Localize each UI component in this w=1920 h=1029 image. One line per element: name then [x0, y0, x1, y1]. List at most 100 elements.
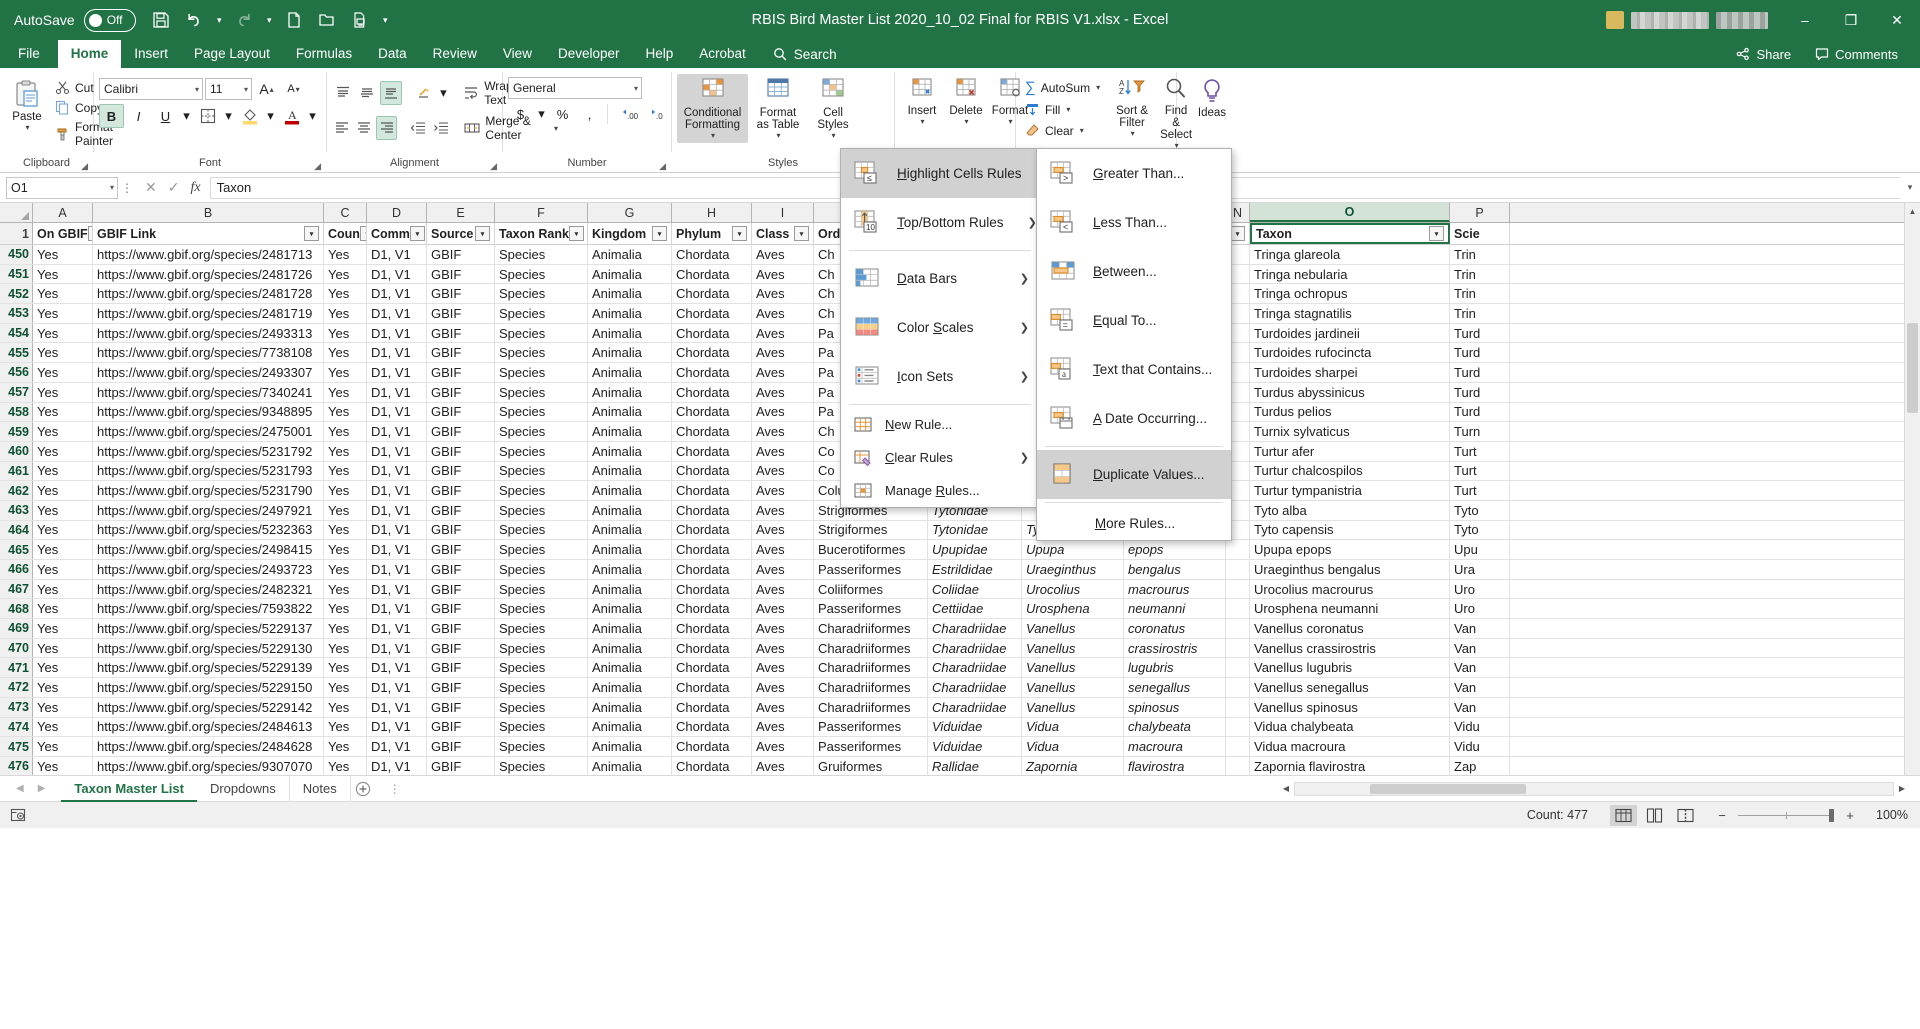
redo-dropdown-caret[interactable]: ▾ [262, 5, 277, 35]
print-preview-icon[interactable] [345, 5, 376, 35]
grid-cell[interactable]: Estrildidae [928, 560, 1022, 579]
sheet-tab-dropdowns[interactable]: Dropdowns [197, 775, 290, 802]
grid-cell[interactable]: flavirostra [1124, 756, 1226, 775]
grid-cell[interactable]: Strigiformes [814, 520, 928, 540]
grid-cell[interactable]: Turt [1450, 441, 1510, 461]
grid-cell[interactable]: Yes [33, 363, 93, 382]
grid-cell[interactable]: Aves [752, 619, 814, 638]
increase-decimal-icon[interactable]: .00 [618, 102, 643, 126]
grid-cell[interactable]: Charadriidae [928, 697, 1022, 717]
new-file-icon[interactable] [279, 5, 310, 35]
grid-cell[interactable]: D1, V1 [367, 481, 427, 500]
add-sheet-button[interactable] [351, 776, 375, 802]
table-row[interactable]: 466 Yes https://www.gbif.org/species/24937… [0, 560, 1920, 580]
name-box-caret[interactable]: ▾ [110, 183, 114, 192]
grid-cell[interactable]: Yes [324, 363, 367, 382]
sheet-nav-prev-icon[interactable]: ◀ [16, 783, 24, 794]
grid-cell[interactable]: D1, V1 [367, 756, 427, 775]
grid-cell[interactable]: Species [495, 422, 588, 441]
comments-button[interactable]: Comments [1805, 44, 1908, 65]
zoom-out-button[interactable]: − [1715, 808, 1729, 823]
grid-cell[interactable]: Animalia [588, 304, 672, 323]
fill-button[interactable]: Fill ▾ [1021, 100, 1104, 119]
cell-styles-caret[interactable]: ▾ [831, 131, 835, 140]
grid-cell[interactable]: Species [495, 678, 588, 697]
grid-cell[interactable]: Charadriidae [928, 619, 1022, 638]
save-icon[interactable] [146, 5, 177, 35]
grid-cell[interactable]: Species [495, 323, 588, 343]
grid-cell[interactable]: D1, V1 [367, 500, 427, 520]
grid-cell[interactable]: Chordata [672, 284, 752, 304]
grid-cell[interactable]: Charadriiformes [814, 619, 928, 638]
grid-cell[interactable]: Yes [324, 619, 367, 638]
hscroll-right-arrow[interactable]: ▶ [1894, 784, 1910, 793]
grid-cell[interactable]: Yes [33, 284, 93, 304]
row-header[interactable]: 475 [0, 737, 33, 756]
grid-cell[interactable]: Yes [33, 579, 93, 599]
autosum-caret[interactable]: ▾ [1096, 83, 1100, 92]
format-as-table-button[interactable]: Format as Table ▾ [748, 74, 808, 143]
table-row[interactable]: 474 Yes https://www.gbif.org/species/24846… [0, 717, 1920, 738]
grid-cell[interactable]: Yes [324, 560, 367, 579]
grid-cell[interactable]: https://www.gbif.org/species/5229137 [93, 619, 324, 638]
grid-cell[interactable]: Turd [1450, 343, 1510, 363]
row-header[interactable]: 459 [0, 422, 33, 441]
grid-cell[interactable]: Trin [1450, 284, 1510, 304]
submenu-item-duplicate-values[interactable]: Duplicate Values... [1037, 450, 1231, 499]
grid-cell[interactable]: Yes [324, 284, 367, 304]
row-header[interactable]: 472 [0, 678, 33, 697]
grid-cell[interactable]: Yes [324, 461, 367, 481]
grid-cell[interactable]: Yes [324, 343, 367, 363]
ribbon-tab-file[interactable]: File [0, 40, 58, 68]
column-header-I[interactable]: I [752, 203, 814, 222]
grid-cell[interactable]: Chordata [672, 540, 752, 559]
grid-cell[interactable]: D1, V1 [367, 441, 427, 461]
grid-cell[interactable]: Aves [752, 323, 814, 343]
grid-cell[interactable]: GBIF [427, 540, 495, 559]
expand-formula-bar-icon[interactable]: ▾ [1900, 182, 1920, 193]
column-header-C[interactable]: C [324, 203, 367, 222]
column-header-E[interactable]: E [427, 203, 495, 222]
grid-cell[interactable]: Vidu [1450, 717, 1510, 737]
grid-cell[interactable]: Species [495, 579, 588, 599]
number-format-select[interactable]: General ▾ [508, 77, 642, 99]
grid-cell[interactable]: Animalia [588, 579, 672, 599]
grid-cell[interactable]: Yes [33, 402, 93, 422]
sort-filter-caret[interactable]: ▾ [1131, 129, 1135, 138]
grid-cell[interactable]: Aves [752, 500, 814, 520]
search-box[interactable]: Search [773, 40, 837, 68]
comma-button[interactable]: , [577, 102, 602, 126]
grid-cell[interactable]: Yes [324, 422, 367, 441]
grid-cell[interactable]: Aves [752, 441, 814, 461]
grid-cell[interactable]: Aves [752, 756, 814, 775]
grid-cell[interactable] [1226, 560, 1250, 579]
row-header[interactable]: 476 [0, 756, 33, 775]
grid-cell[interactable]: Animalia [588, 441, 672, 461]
grid-cell[interactable]: GBIF [427, 619, 495, 638]
grid-cell[interactable]: https://www.gbif.org/species/5229130 [93, 638, 324, 658]
align-middle-icon[interactable] [356, 81, 378, 105]
orientation-dropdown-caret[interactable]: ▾ [438, 81, 449, 105]
grid-cell[interactable]: Species [495, 245, 588, 264]
grid-cell[interactable]: https://www.gbif.org/species/7340241 [93, 382, 324, 402]
grid-cell[interactable]: Vanellus [1022, 678, 1124, 697]
row-header[interactable]: 452 [0, 284, 33, 304]
grid-cell[interactable]: D1, V1 [367, 343, 427, 363]
grid-cell[interactable]: https://www.gbif.org/species/2482321 [93, 579, 324, 599]
grid-cell[interactable]: https://www.gbif.org/species/5231793 [93, 461, 324, 481]
grid-cell[interactable]: Yes [324, 402, 367, 422]
row-header[interactable]: 451 [0, 264, 33, 284]
table-row[interactable]: 468 Yes https://www.gbif.org/species/75938… [0, 599, 1920, 620]
grid-cell[interactable]: GBIF [427, 500, 495, 520]
grid-cell[interactable]: Urocolius [1022, 579, 1124, 599]
grid-cell[interactable]: Zap [1450, 756, 1510, 775]
grid-cell[interactable]: D1, V1 [367, 658, 427, 678]
grid-cell[interactable] [1226, 737, 1250, 756]
grid-cell[interactable]: Animalia [588, 697, 672, 717]
grid-cell[interactable]: Yes [324, 737, 367, 756]
grid-cell[interactable]: Turd [1450, 402, 1510, 422]
restore-button[interactable]: ❐ [1828, 0, 1874, 40]
grid-cell[interactable]: Uro [1450, 599, 1510, 619]
grid-cell[interactable]: Aves [752, 461, 814, 481]
grid-cell[interactable]: D1, V1 [367, 520, 427, 540]
